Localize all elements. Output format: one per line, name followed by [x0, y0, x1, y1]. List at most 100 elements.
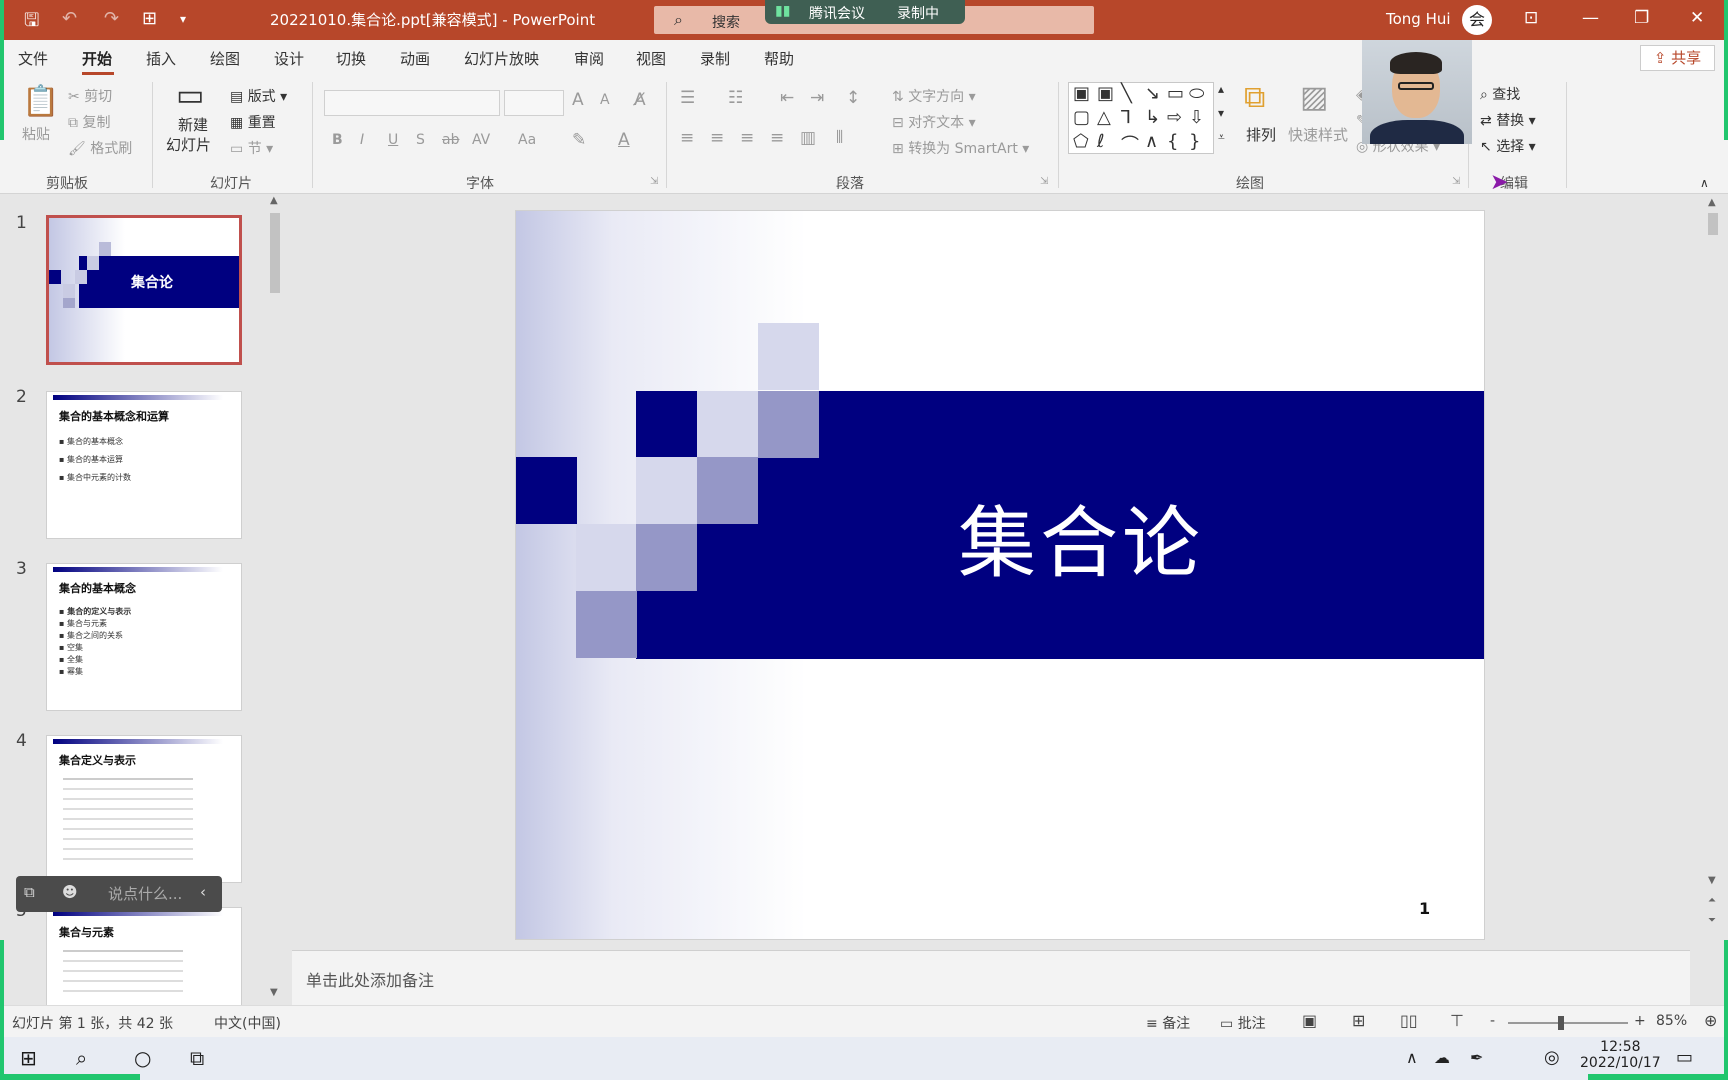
align-center-icon[interactable]: ≡ — [710, 128, 724, 148]
arrange-icon[interactable]: ⧉ — [1244, 80, 1265, 115]
scroll-up-icon[interactable]: ▲ — [270, 195, 278, 206]
scrollbar-thumb[interactable] — [1708, 213, 1718, 235]
slide-canvas[interactable]: 集合论 1 — [515, 210, 1485, 940]
user-name[interactable]: Tong Hui — [1386, 10, 1451, 28]
notes-pane[interactable]: 单击此处添加备注 — [292, 950, 1690, 1005]
search-icon[interactable]: ⌕ — [76, 1046, 87, 1070]
paragraph-dialog-launcher-icon[interactable]: ⇲ — [1040, 176, 1048, 187]
grow-font-button[interactable]: A — [572, 90, 584, 110]
tab-record[interactable]: 录制 — [700, 48, 730, 69]
change-case-button[interactable]: Aa — [518, 132, 536, 148]
slide-thumbnail-3[interactable]: 集合的基本概念 ▪ 集合的定义与表示 ▪ 集合与元素 ▪ 集合之间的关系 ▪ 空… — [46, 563, 242, 711]
tab-insert[interactable]: 插入 — [146, 48, 176, 69]
tab-draw[interactable]: 绘图 — [210, 48, 240, 69]
shapes-gallery[interactable]: ▣ ▣ ╲ ↘ ▭ ⬭ ▢ △ ⅂ ↳ ⇨ ⇩ ⬠ ℓ ⌒ ∧ { } — [1068, 82, 1214, 157]
oval-icon[interactable]: ⬭ — [1189, 83, 1204, 104]
customize-qat-icon[interactable]: ▾ — [180, 12, 186, 26]
scroll-down-icon[interactable]: ▼ — [1708, 875, 1716, 886]
align-text-button[interactable]: ⊟ 对齐文本 ▾ — [892, 112, 976, 132]
reset-button[interactable]: ▦ 重置 — [230, 112, 276, 132]
notifications-icon[interactable]: ▭ — [1676, 1047, 1693, 1068]
italic-button[interactable]: I — [360, 132, 364, 148]
tab-help[interactable]: 帮助 — [764, 48, 794, 69]
quick-styles-icon[interactable]: ▨ — [1300, 80, 1328, 115]
tab-view[interactable]: 视图 — [636, 48, 666, 69]
tab-slideshow[interactable]: 幻灯片放映 — [464, 48, 539, 69]
next-slide-icon[interactable]: ⏷ — [1708, 915, 1716, 926]
slide-thumbnail-5[interactable]: 集合与元素 — [46, 907, 242, 1007]
meeting-indicator[interactable]: ▮▮ 腾讯会议 录制中 — [765, 0, 965, 24]
emoji-icon[interactable]: ☻ — [62, 883, 78, 901]
notes-toggle[interactable]: ≡ 备注 — [1146, 1013, 1190, 1033]
line-icon[interactable]: ╲ — [1121, 83, 1132, 104]
meeting-chat-bar[interactable]: ⧉ ☻ 说点什么... ‹ — [16, 876, 222, 912]
restore-icon[interactable]: ❐ — [1634, 8, 1649, 28]
font-dialog-launcher-icon[interactable]: ⇲ — [650, 176, 658, 187]
comments-toggle[interactable]: ▭ 批注 — [1220, 1013, 1266, 1033]
collapse-chevron-icon[interactable]: ‹ — [200, 883, 206, 901]
rectangle-icon[interactable]: ▭ — [1167, 83, 1184, 104]
language-indicator[interactable]: 中文(中国) — [214, 1013, 281, 1033]
replace-button[interactable]: ⇄ 替换 ▾ — [1480, 110, 1536, 130]
new-slide-button[interactable]: 新建 — [178, 114, 208, 135]
increase-indent-icon[interactable]: ⇥ — [810, 88, 824, 108]
new-slide-dropdown[interactable]: 幻灯片 — [166, 134, 211, 155]
down-arrow-icon[interactable]: ⇩ — [1189, 107, 1204, 128]
font-color-icon[interactable]: A — [618, 130, 630, 150]
find-button[interactable]: ⌕ 查找 — [1480, 84, 1520, 104]
freeform-icon[interactable]: ℓ — [1097, 131, 1104, 152]
redo-icon[interactable]: ↷ — [104, 8, 119, 29]
zoom-level[interactable]: 85% — [1656, 1013, 1687, 1029]
elbow-connector-icon[interactable]: ⅂ — [1121, 107, 1131, 128]
underline-button[interactable]: U — [388, 132, 398, 148]
normal-view-icon[interactable]: ▣ — [1302, 1011, 1317, 1030]
new-slide-icon[interactable]: ▭ — [176, 78, 204, 113]
zoom-slider[interactable] — [1508, 1016, 1628, 1030]
line-spacing-icon[interactable]: ↕ — [846, 88, 860, 108]
right-arrow-icon[interactable]: ⇨ — [1167, 107, 1182, 128]
minimize-icon[interactable]: — — [1582, 8, 1599, 28]
paste-button[interactable]: 粘贴 — [22, 124, 50, 144]
columns-icon[interactable]: ⫴ — [836, 128, 843, 148]
present-icon[interactable]: ⊞ — [142, 8, 157, 29]
slide-sorter-icon[interactable]: ⊞ — [1352, 1011, 1365, 1030]
vertical-text-box-icon[interactable]: ▣ — [1097, 83, 1114, 104]
justify-icon[interactable]: ≡ — [770, 128, 784, 148]
font-size-combobox[interactable] — [504, 90, 564, 116]
tab-design[interactable]: 设计 — [274, 48, 304, 69]
tray-overflow-icon[interactable]: ∧ — [1406, 1048, 1418, 1067]
font-name-combobox[interactable] — [324, 90, 500, 116]
zoom-out-button[interactable]: - — [1490, 1013, 1495, 1029]
tab-file[interactable]: 文件 — [18, 48, 48, 69]
text-box-icon[interactable]: ▣ — [1073, 83, 1090, 104]
cortana-icon[interactable]: ○ — [134, 1046, 151, 1070]
scrollbar-thumb[interactable] — [270, 213, 280, 293]
windows-start-icon[interactable]: ⊞ — [20, 1046, 37, 1070]
tab-review[interactable]: 审阅 — [574, 48, 604, 69]
slide-title[interactable]: 集合论 — [906, 481, 1256, 593]
arrange-button[interactable]: 排列 — [1246, 124, 1276, 145]
format-painter-button[interactable]: 🖌 格式刷 — [68, 138, 132, 158]
system-clock[interactable]: 12:58 2022/10/17 — [1580, 1039, 1661, 1071]
zoom-slider-thumb[interactable] — [1558, 1016, 1564, 1030]
right-brace-icon[interactable]: } — [1189, 131, 1200, 152]
avatar[interactable]: 会 — [1462, 5, 1492, 35]
slide-thumbnail-2[interactable]: 集合的基本概念和运算 ▪ 集合的基本概念 ▪ 集合的基本运算 ▪ 集合中元素的计… — [46, 391, 242, 539]
strikethrough-button[interactable]: ab — [442, 132, 459, 148]
triangle-icon[interactable]: △ — [1097, 107, 1111, 128]
clear-format-icon[interactable]: A̸ — [634, 90, 646, 110]
app-tray-icon[interactable]: ◎ — [1544, 1047, 1560, 1068]
zoom-in-button[interactable]: + — [1634, 1013, 1646, 1029]
arc-icon[interactable]: ⌒ — [1121, 131, 1139, 157]
onedrive-icon[interactable]: ☁ — [1434, 1048, 1450, 1067]
shrink-font-button[interactable]: A — [600, 92, 610, 108]
gallery-scroll-down-icon[interactable]: ▾ — [1218, 106, 1224, 120]
fit-to-window-icon[interactable]: ⊕ — [1704, 1011, 1717, 1030]
scroll-up-icon[interactable]: ▲ — [1708, 197, 1716, 208]
highlight-icon[interactable]: ✎ — [572, 130, 586, 150]
convert-smartart-button[interactable]: ⊞ 转换为 SmartArt ▾ — [892, 138, 1029, 158]
close-icon[interactable]: ✕ — [1690, 8, 1704, 28]
tab-home[interactable]: 开始 — [82, 48, 112, 69]
decrease-indent-icon[interactable]: ⇤ — [780, 88, 794, 108]
screen-share-icon[interactable]: ⧉ — [24, 883, 35, 901]
